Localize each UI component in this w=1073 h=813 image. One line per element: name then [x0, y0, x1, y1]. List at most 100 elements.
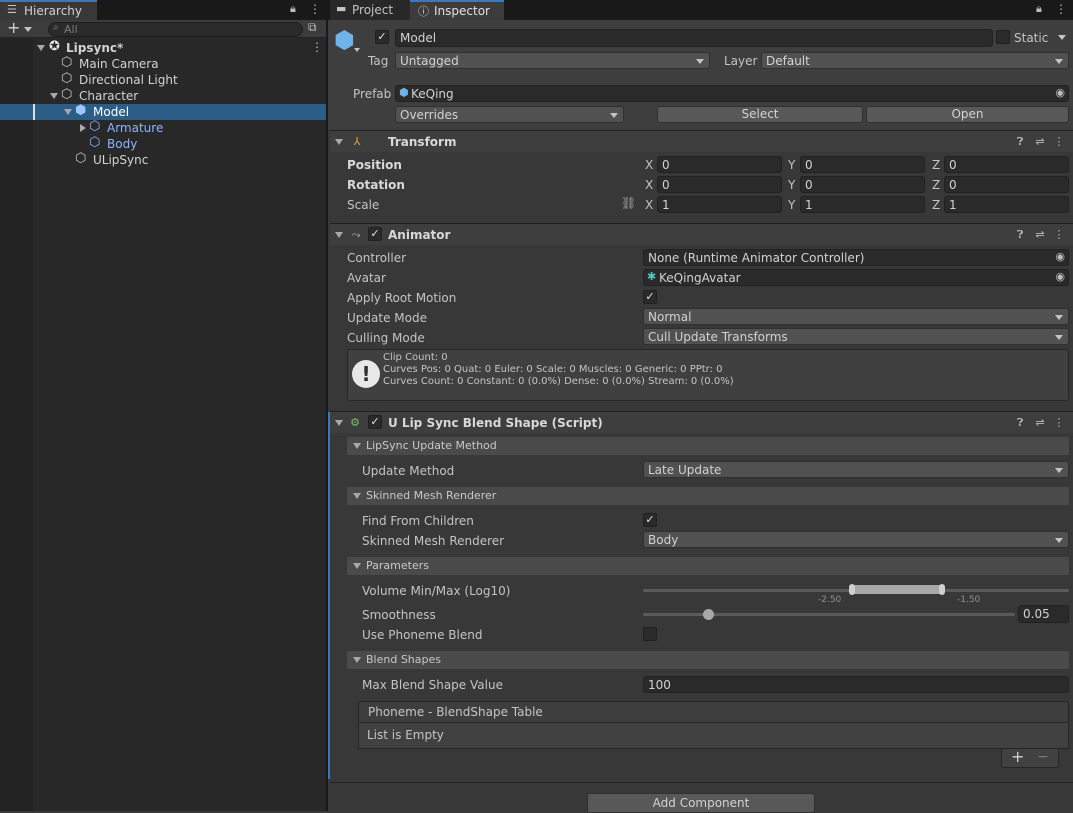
expand-arrow-icon[interactable]	[37, 45, 45, 51]
static-checkbox[interactable]	[996, 30, 1010, 44]
component-menu-icon[interactable]: ⋮	[1052, 228, 1066, 242]
hierarchy-tab[interactable]: ☰ Hierarchy	[0, 0, 97, 20]
volume-min-handle[interactable]	[849, 584, 855, 595]
tag-dropdown[interactable]: Untagged	[395, 52, 710, 69]
tree-row-main-camera[interactable]: ⬡ Main Camera	[33, 55, 326, 72]
scene-visibility-icon[interactable]: ⧉	[308, 20, 317, 35]
search-input[interactable]: ⌕ All	[48, 22, 303, 37]
tree-row-character[interactable]: ⬡ Character	[33, 87, 326, 104]
lock-icon[interactable]: 🔒︎	[1036, 2, 1042, 16]
rotation-z-label[interactable]: Z	[932, 178, 940, 192]
prefab-field[interactable]: ⬢ KeQing ◉	[395, 85, 1069, 102]
add-item-icon[interactable]: +	[1011, 748, 1024, 766]
help-icon[interactable]: ❓︎	[1013, 416, 1027, 430]
scale-y-label[interactable]: Y	[788, 198, 795, 212]
position-y-label[interactable]: Y	[788, 158, 795, 172]
rotation-y-label[interactable]: Y	[788, 178, 795, 192]
tree-row-body[interactable]: ⬡ Body	[33, 135, 326, 152]
scale-y-field[interactable]: 1	[800, 196, 925, 213]
rotation-z-field[interactable]: 0	[944, 176, 1069, 193]
add-component-button[interactable]: Add Component	[587, 793, 815, 813]
create-button[interactable]: +	[4, 19, 34, 37]
gameobject-icon: ⬡	[75, 151, 87, 166]
smoothness-track[interactable]	[643, 613, 1015, 616]
object-picker-icon[interactable]: ◉	[1055, 270, 1065, 284]
open-button[interactable]: Open	[866, 106, 1069, 123]
help-icon[interactable]: ❓︎	[1013, 228, 1027, 242]
position-z-field[interactable]: 0	[944, 156, 1069, 173]
smoothness-handle[interactable]	[703, 609, 714, 620]
scale-x-field[interactable]: 1	[657, 196, 782, 213]
expand-arrow-icon[interactable]	[64, 109, 72, 115]
transform-header[interactable]: ⅄ Transform ❓︎ ⇌ ⋮	[330, 130, 1073, 152]
position-x-field[interactable]: 0	[657, 156, 782, 173]
foldout-arrow-icon[interactable]	[335, 139, 343, 145]
animator-header[interactable]: ⤳ ✓ Animator ❓︎ ⇌ ⋮	[330, 223, 1073, 245]
icon-dropdown-icon[interactable]	[354, 48, 360, 52]
volume-range-bar[interactable]	[851, 585, 945, 594]
object-picker-icon[interactable]: ◉	[1055, 250, 1065, 264]
collapsed-arrow-icon[interactable]	[80, 124, 86, 132]
apply-root-motion-checkbox[interactable]: ✓	[643, 290, 657, 304]
skinned-mesh-dropdown[interactable]: Body	[643, 531, 1069, 548]
kebab-menu-icon[interactable]: ⋮	[1055, 2, 1067, 16]
presets-icon[interactable]: ⇌	[1033, 135, 1047, 149]
scale-z-label[interactable]: Z	[932, 198, 940, 212]
max-blend-field[interactable]: 100	[643, 676, 1069, 693]
expand-arrow-icon[interactable]	[50, 93, 58, 99]
scene-menu-icon[interactable]: ⋮	[311, 40, 323, 54]
section-skinned-mesh[interactable]: Skinned Mesh Renderer	[347, 487, 1069, 505]
tree-row-ulipsync[interactable]: ⬡ ULipSync	[33, 151, 326, 168]
component-menu-icon[interactable]: ⋮	[1052, 416, 1066, 430]
scale-x-label[interactable]: X	[645, 198, 653, 212]
remove-item-icon[interactable]: −	[1037, 748, 1049, 766]
tree-row-model[interactable]: ⬢ Model	[33, 103, 326, 120]
help-icon[interactable]: ❓︎	[1013, 135, 1027, 149]
avatar-field[interactable]: ✱ KeQingAvatar ◉	[643, 269, 1069, 286]
rotation-label: Rotation	[347, 178, 405, 192]
rotation-x-label[interactable]: X	[645, 178, 653, 192]
tree-row-directional-light[interactable]: ⬡ Directional Light	[33, 71, 326, 88]
section-blend-shapes[interactable]: Blend Shapes	[347, 651, 1069, 669]
phoneme-table-title: Phoneme - BlendShape Table	[368, 705, 543, 719]
section-parameters[interactable]: Parameters	[347, 557, 1069, 575]
presets-icon[interactable]: ⇌	[1033, 228, 1047, 242]
ulipsync-header[interactable]: ⚙ ✓ U Lip Sync Blend Shape (Script) ❓︎ ⇌…	[330, 411, 1073, 433]
phoneme-blend-checkbox[interactable]	[643, 627, 657, 641]
ulipsync-enabled-checkbox[interactable]: ✓	[368, 415, 382, 429]
tab-inspector[interactable]: ⓘ Inspector	[410, 0, 504, 20]
lock-icon[interactable]: 🔒︎	[290, 2, 296, 16]
kebab-menu-icon[interactable]: ⋮	[309, 2, 321, 16]
foldout-arrow-icon[interactable]	[335, 232, 343, 238]
culling-mode-dropdown[interactable]: Cull Update Transforms	[643, 328, 1069, 345]
find-from-children-checkbox[interactable]: ✓	[643, 513, 657, 527]
tree-row-scene[interactable]: ✪ Lipsync* ⋮	[33, 39, 326, 56]
rotation-y-field[interactable]: 0	[800, 176, 925, 193]
smoothness-field[interactable]: 0.05	[1018, 605, 1069, 623]
position-z-label[interactable]: Z	[932, 158, 940, 172]
constrain-proportions-icon[interactable]: ⛓︎	[621, 196, 636, 210]
volume-max-handle[interactable]	[939, 584, 945, 595]
section-lipsync-update[interactable]: LipSync Update Method	[347, 437, 1069, 455]
static-dropdown-icon[interactable]	[1058, 35, 1066, 40]
rotation-x-field[interactable]: 0	[657, 176, 782, 193]
overrides-dropdown[interactable]: Overrides	[395, 106, 624, 123]
position-y-field[interactable]: 0	[800, 156, 925, 173]
active-checkbox[interactable]: ✓	[375, 30, 389, 44]
update-method-dropdown[interactable]: Late Update	[643, 461, 1069, 478]
tab-project[interactable]: ▬ Project	[330, 0, 410, 20]
gameobject-icon: ⬡	[89, 135, 101, 150]
name-field[interactable]: Model	[395, 29, 993, 47]
object-picker-icon[interactable]: ◉	[1055, 86, 1065, 100]
foldout-arrow-icon[interactable]	[335, 420, 343, 426]
controller-field[interactable]: None (Runtime Animator Controller) ◉	[643, 249, 1069, 266]
layer-dropdown[interactable]: Default	[761, 52, 1069, 69]
update-mode-dropdown[interactable]: Normal	[643, 308, 1069, 325]
tree-row-armature[interactable]: ⬡ Armature	[33, 119, 326, 136]
animator-enabled-checkbox[interactable]: ✓	[368, 227, 382, 241]
component-menu-icon[interactable]: ⋮	[1052, 135, 1066, 149]
presets-icon[interactable]: ⇌	[1033, 416, 1047, 430]
select-button[interactable]: Select	[657, 106, 863, 123]
position-x-label[interactable]: X	[645, 158, 653, 172]
scale-z-field[interactable]: 1	[944, 196, 1069, 213]
